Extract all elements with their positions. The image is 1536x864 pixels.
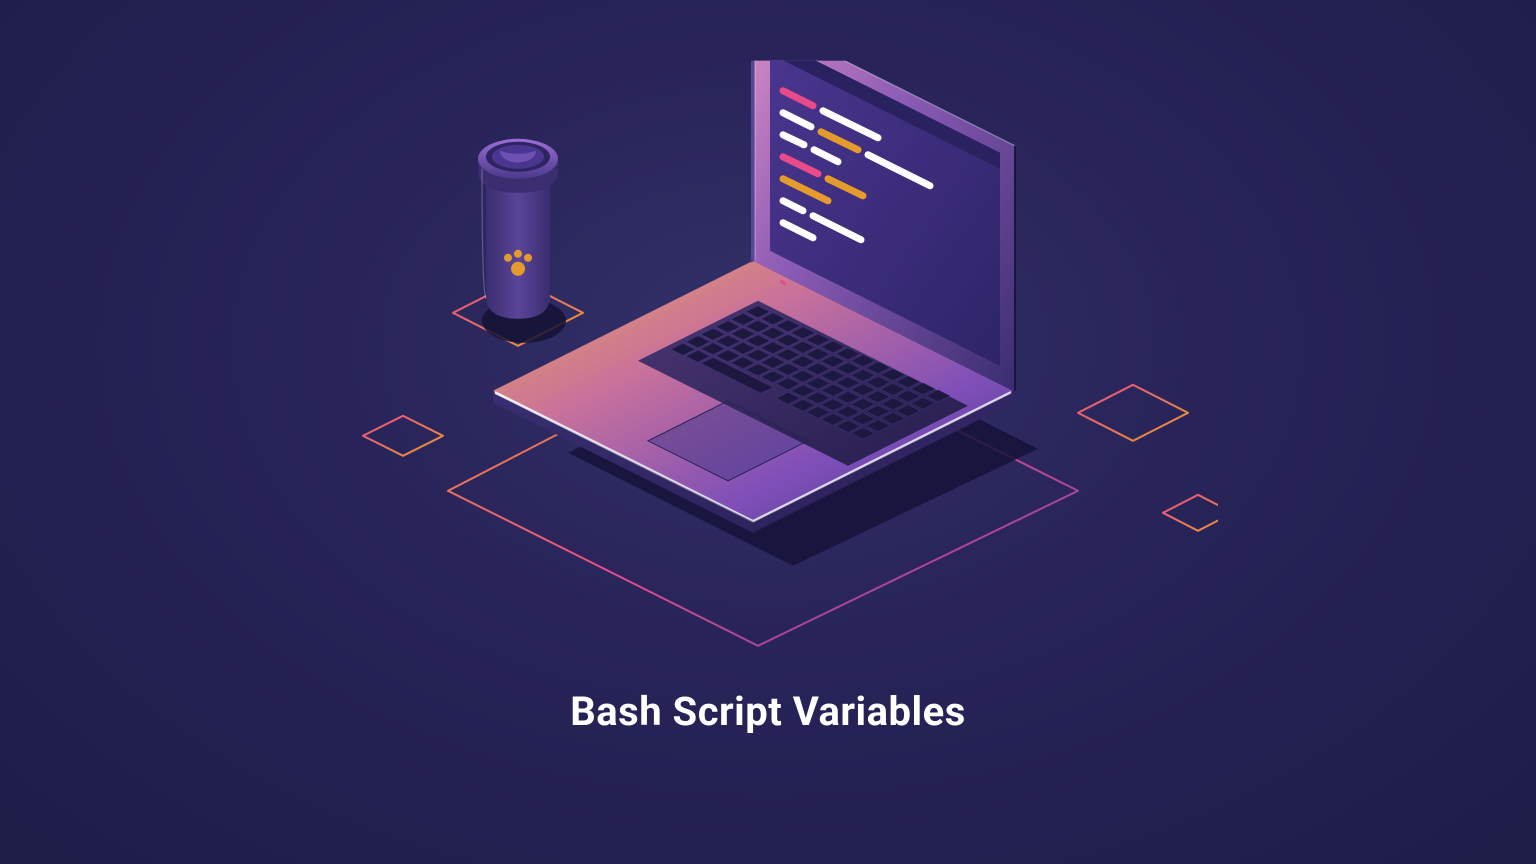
deco-diamond-left [363, 416, 443, 456]
isometric-laptop-illustration [318, 61, 1218, 701]
coffee-cup [478, 139, 558, 319]
deco-diamond-right-2 [1163, 495, 1218, 531]
page-title: Bash Script Variables [570, 688, 966, 735]
deco-diamond-right-1 [1078, 385, 1188, 441]
